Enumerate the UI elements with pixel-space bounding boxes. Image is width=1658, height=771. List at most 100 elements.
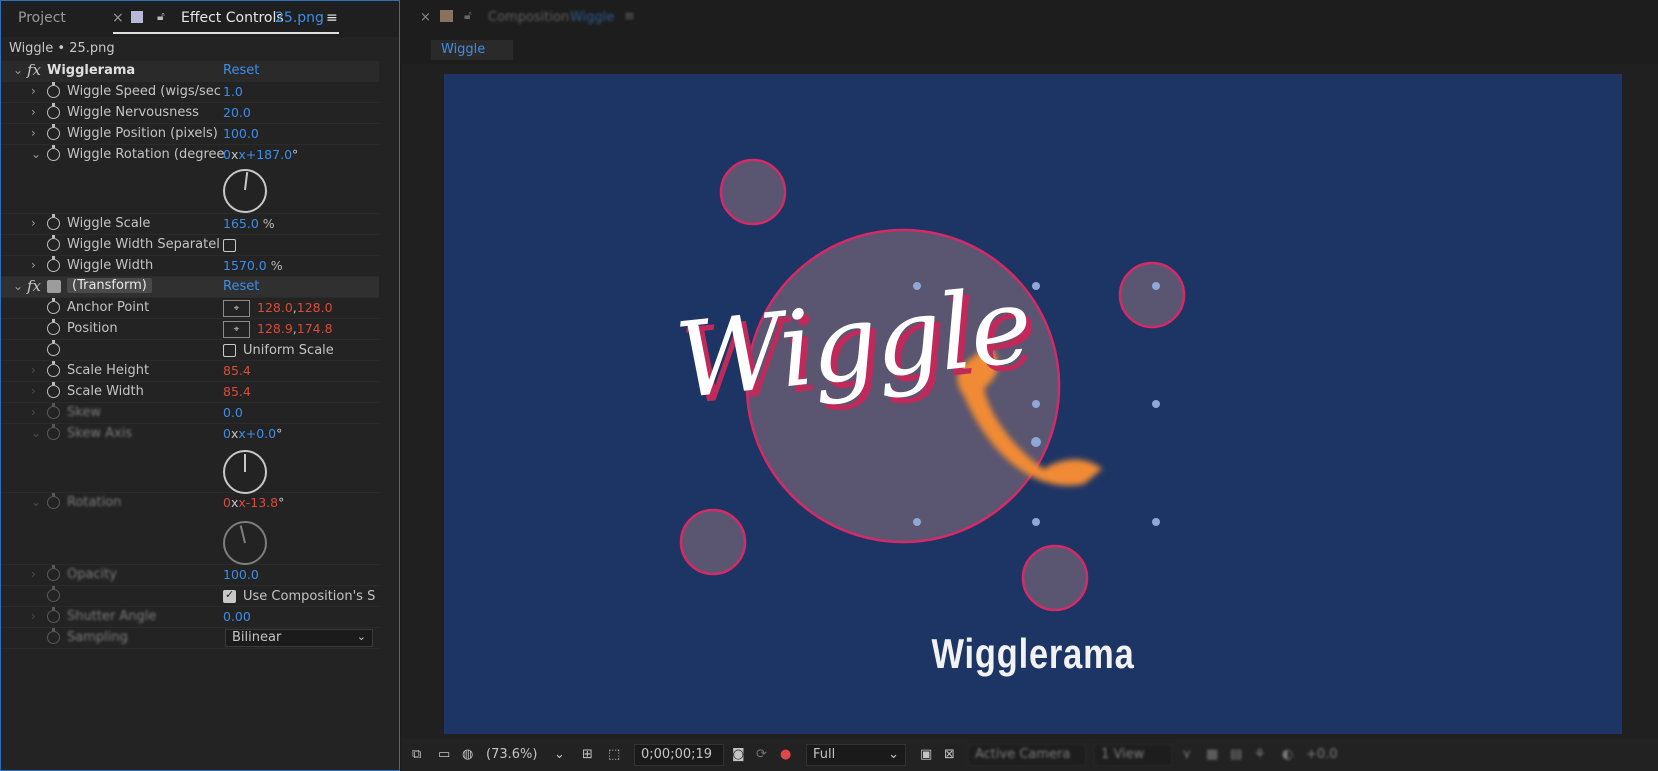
stopwatch-icon[interactable] (47, 235, 60, 251)
exposure-icon[interactable]: ◐ (1282, 747, 1293, 762)
close-icon[interactable]: × (420, 10, 431, 25)
stopwatch-icon[interactable] (47, 340, 60, 356)
color-channel-icon[interactable]: ● (780, 747, 791, 762)
flowchart-icon[interactable]: ⚘ (1254, 747, 1266, 762)
rotation-dial[interactable] (223, 521, 267, 565)
viewer-tab-wiggle[interactable]: Wiggle (431, 40, 513, 60)
lock-icon[interactable]: 🔓︎ (464, 8, 472, 23)
stopwatch-icon[interactable] (47, 424, 60, 440)
stopwatch-icon[interactable] (47, 565, 60, 581)
fx-icon[interactable]: fx (27, 277, 41, 295)
lock-icon[interactable]: 🔓︎ (157, 9, 165, 24)
stopwatch-icon[interactable] (47, 361, 60, 377)
tab-composition[interactable]: Composition (488, 10, 569, 25)
stopwatch-icon[interactable] (47, 403, 60, 419)
transparency-grid-icon[interactable]: ⊠ (944, 747, 955, 762)
prop-value[interactable]: 0xx-13.8° (223, 495, 284, 510)
chevron-right-icon[interactable]: › (31, 363, 36, 377)
fast-previews-icon[interactable]: ⋎ (1182, 747, 1192, 762)
chevron-right-icon[interactable]: › (31, 258, 36, 272)
stopwatch-icon[interactable] (47, 493, 60, 509)
stopwatch-icon[interactable] (47, 628, 60, 644)
stopwatch-icon[interactable] (47, 319, 60, 335)
stopwatch-icon[interactable] (47, 124, 60, 140)
prop-value[interactable]: 100.0 (223, 126, 259, 141)
chevron-right-icon[interactable]: › (31, 216, 36, 230)
stopwatch-icon[interactable] (47, 586, 60, 602)
stopwatch-icon[interactable] (47, 256, 60, 272)
reset-button[interactable]: Reset (223, 279, 259, 294)
stopwatch-icon[interactable] (47, 103, 60, 119)
checkbox[interactable] (223, 344, 236, 357)
chevron-down-icon[interactable]: ⌄ (13, 63, 23, 77)
preset-icon[interactable] (47, 280, 61, 293)
chevron-right-icon[interactable]: › (31, 567, 36, 581)
prop-value[interactable]: 1.0 (223, 84, 243, 99)
sampling-dropdown[interactable]: Bilinear ⌄ (225, 629, 373, 647)
prop-value[interactable]: 0.0 (223, 405, 243, 420)
tab-project[interactable]: Project (18, 10, 66, 26)
chevron-down-icon[interactable]: ⌄ (31, 426, 41, 440)
chevron-right-icon[interactable]: › (31, 84, 36, 98)
toggle-transparency-icon[interactable]: ▣ (920, 747, 932, 762)
stopwatch-icon[interactable] (47, 214, 60, 230)
tab-effect-controls[interactable]: Effect Controls (181, 10, 284, 26)
prop-value[interactable]: 85.4 (223, 384, 251, 399)
composition-name[interactable]: Wiggle (570, 10, 614, 25)
exposure-value[interactable]: +0.0 (1306, 747, 1338, 762)
chevron-right-icon[interactable]: › (31, 609, 36, 623)
fx-icon[interactable]: fx (27, 61, 41, 79)
prop-value[interactable]: 165.0 % (223, 216, 275, 231)
stopwatch-icon[interactable] (47, 382, 60, 398)
panel-menu-icon[interactable]: ≡ (326, 10, 338, 26)
chevron-down-icon[interactable]: ⌄ (13, 279, 23, 293)
stopwatch-icon[interactable] (47, 82, 60, 98)
checkbox[interactable] (223, 239, 236, 252)
effect-wigglerama-row[interactable]: ⌄ fx Wigglerama Reset (1, 61, 379, 82)
prop-value[interactable]: 0.00 (223, 609, 251, 624)
composition-canvas[interactable]: Wiggle Wiggle Wigglerama (444, 74, 1622, 734)
stopwatch-icon[interactable] (47, 607, 60, 623)
views-dropdown[interactable]: 1 View (1094, 744, 1172, 766)
panel-menu-icon[interactable]: ≡ (624, 9, 635, 24)
toggle-pixel-aspect-icon[interactable]: ▦ (1206, 747, 1218, 762)
rotation-dial[interactable] (223, 169, 267, 213)
checkbox[interactable] (223, 588, 236, 603)
reset-button[interactable]: Reset (223, 63, 259, 78)
stopwatch-icon[interactable] (47, 145, 60, 161)
region-of-interest-icon[interactable]: ⬚ (608, 747, 620, 762)
prop-value[interactable]: 128.0,128.0 (257, 300, 333, 315)
prop-value[interactable]: 20.0 (223, 105, 251, 120)
show-snapshot-icon[interactable]: ⟳ (756, 747, 767, 762)
prop-value[interactable]: 100.0 (223, 567, 259, 582)
camera-icon[interactable]: ◙ (732, 747, 745, 762)
prop-value[interactable]: 0xx+187.0° (223, 147, 298, 162)
prop-value[interactable]: 128.9,174.8 (257, 321, 333, 336)
chevron-right-icon[interactable]: › (31, 384, 36, 398)
effect-transform-row[interactable]: ⌄ fx (Transform) Reset (1, 277, 379, 298)
chevron-right-icon[interactable]: › (31, 405, 36, 419)
title-safe-icon[interactable]: ⊞ (582, 747, 593, 762)
zoom-dropdown[interactable]: (73.6%) (486, 747, 537, 762)
mask-icon[interactable]: ◍ (462, 747, 473, 762)
prop-value[interactable]: 85.4 (223, 363, 251, 378)
monitor-icon[interactable]: ▭ (438, 747, 450, 762)
chevron-down-icon[interactable]: ⌄ (554, 747, 565, 762)
chevron-right-icon[interactable]: › (31, 126, 36, 140)
prop-value[interactable]: 0xx+0.0° (223, 426, 282, 441)
chevron-down-icon[interactable]: ⌄ (31, 147, 41, 161)
chevron-right-icon[interactable]: › (31, 105, 36, 119)
chevron-down-icon[interactable]: ⌄ (31, 495, 41, 509)
skew-axis-dial[interactable] (223, 450, 267, 494)
target-icon[interactable]: ⌖ (223, 321, 250, 338)
resolution-dropdown[interactable]: Full ⌄ (806, 744, 906, 766)
prop-value[interactable]: 1570.0 % (223, 258, 283, 273)
timeline-icon[interactable]: ▤ (1230, 747, 1242, 762)
close-icon[interactable]: × (112, 10, 124, 26)
target-icon[interactable]: ⌖ (223, 300, 250, 317)
stopwatch-icon[interactable] (47, 298, 60, 314)
always-preview-icon[interactable]: ⧉ (412, 747, 421, 762)
camera-dropdown[interactable]: Active Camera (968, 744, 1086, 766)
effect-controls-file[interactable]: 25.png (275, 10, 324, 26)
timecode-field[interactable]: 0;00;00;19 (634, 744, 724, 766)
